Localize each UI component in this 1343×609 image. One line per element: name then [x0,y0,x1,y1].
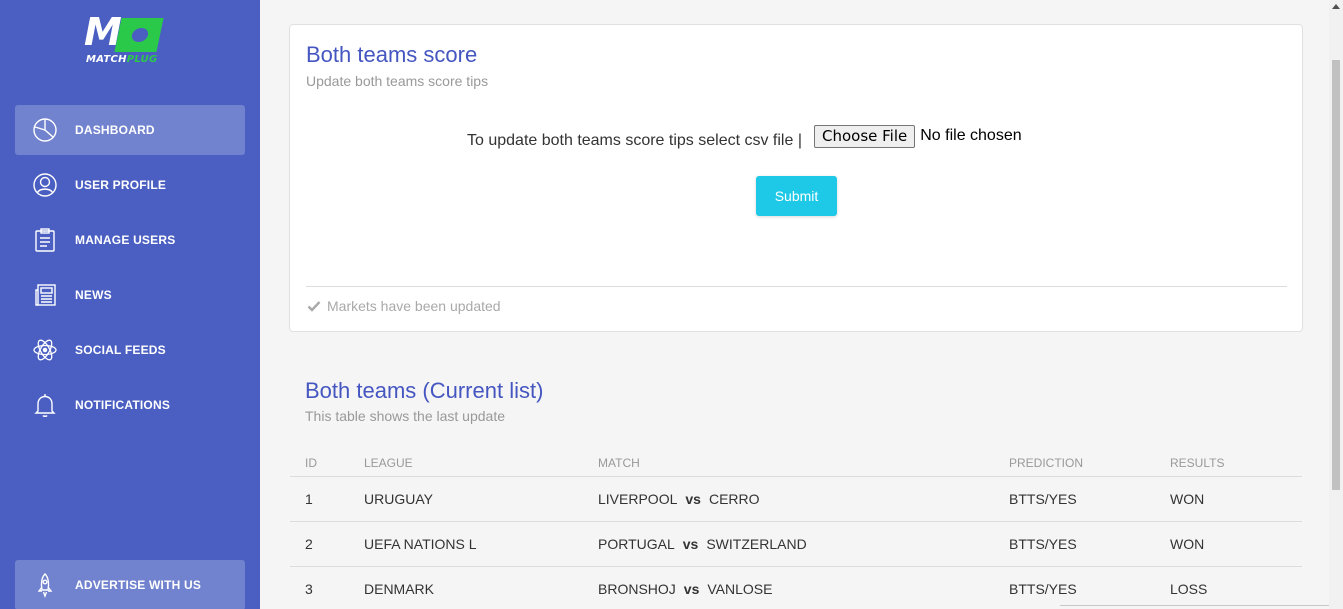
sidebar-item-user-profile[interactable]: USER PROFILE [15,160,245,210]
file-status: No file chosen [920,127,1022,144]
vs-label: vs [682,536,699,552]
sidebar-item-notifications[interactable]: NOTIFICATIONS [15,380,245,430]
card-footer: Markets have been updated [307,298,501,314]
logo-text-plug: PLUG [126,54,158,65]
tips-table: ID LEAGUE MATCH PREDICTION RESULTS 1 URU… [290,448,1302,609]
status-message: Markets have been updated [327,298,501,314]
cell-prediction: BTTS/YES [1009,536,1077,552]
list-subtitle: This table shows the last update [305,408,506,424]
cell-result: LOSS [1170,581,1208,597]
cell-result: WON [1170,491,1205,507]
cell-id: 2 [305,536,313,552]
away-team: VANLOSE [707,581,773,597]
sidebar-item-label: ADVERTISE WITH US [75,578,202,592]
cell-id: 1 [305,491,313,507]
rocket-icon [15,571,75,599]
home-team: BRONSHOJ [598,581,676,597]
column-header-id: ID [305,456,317,470]
divider [306,286,1287,287]
sidebar-item-label: NOTIFICATIONS [75,398,171,412]
cell-result: WON [1170,536,1205,552]
vs-label: vs [683,581,700,597]
sidebar-item-manage-users[interactable]: MANAGE USERS [15,215,245,265]
sidebar: M MATCHPLUG DASHBOARD USER PROFILE MANAG… [0,0,260,609]
user-icon [15,171,75,199]
upload-label: To update both teams score tips select c… [467,132,802,149]
list-title: Both teams (Current list) [305,378,544,403]
table-row: 2 UEFA NATIONS L PORTUGAL vs SWITZERLAND B… [290,522,1302,567]
cell-prediction: BTTS/YES [1009,491,1077,507]
choose-file-button[interactable]: Choose File [813,124,916,148]
atom-icon [15,336,75,364]
sidebar-item-news[interactable]: NEWS [15,270,245,320]
page-title: Both teams score [306,42,478,67]
cell-id: 3 [305,581,313,597]
bell-icon [15,391,75,419]
sidebar-item-social-feeds[interactable]: SOCIAL FEEDS [15,325,245,375]
away-team: SWITZERLAND [706,536,807,552]
cell-match: LIVERPOOL vs CERRO [598,491,760,507]
home-team: PORTUGAL [598,536,675,552]
sidebar-item-label: NEWS [75,288,112,302]
table-row: 3 DENMARK BRONSHOJ vs VANLOSE BTTS/YES LOS… [290,567,1302,609]
cell-match: PORTUGAL vs SWITZERLAND [598,536,807,552]
cell-league: DENMARK [364,581,435,597]
newspaper-icon [15,281,75,309]
page-subtitle: Update both teams score tips [306,73,489,89]
table-header: ID LEAGUE MATCH PREDICTION RESULTS [290,448,1302,477]
column-header-league: LEAGUE [364,456,413,470]
sidebar-item-label: SOCIAL FEEDS [75,343,166,357]
column-header-prediction: PREDICTION [1009,456,1084,470]
sidebar-item-label: DASHBOARD [75,123,155,137]
upload-row: To update both teams score tips select c… [467,122,1022,150]
submit-button[interactable]: Submit [756,176,837,216]
sidebar-item-dashboard[interactable]: DASHBOARD [15,105,245,155]
clipboard-icon [15,226,75,254]
vs-label: vs [685,491,701,507]
upload-card: Both teams score Update both teams score… [289,24,1303,332]
cell-league: UEFA NATIONS L [364,536,477,552]
column-header-results: RESULTS [1170,456,1225,470]
matchplug-logo[interactable]: M MATCHPLUG [84,12,178,70]
table-row: 1 URUGUAY LIVERPOOL vs CERRO BTTS/YES WON [290,477,1302,522]
cell-prediction: BTTS/YES [1009,581,1077,597]
scrollbar-thumb[interactable] [1332,60,1340,490]
check-icon [307,301,321,312]
bottom-edge [1060,605,1329,609]
pie-chart-icon [15,116,75,144]
logo-mark: M [84,12,178,52]
sidebar-item-label: MANAGE USERS [75,233,176,247]
cell-league: URUGUAY [364,491,433,507]
sidebar-item-advertise[interactable]: ADVERTISE WITH US [15,560,245,609]
column-header-match: MATCH [598,456,640,470]
vertical-scrollbar[interactable] [1329,0,1343,609]
scroll-up-arrow-icon[interactable] [1332,4,1340,9]
logo-text-match: MATCH [86,54,127,65]
logo-text: MATCHPLUG [84,54,178,65]
sidebar-item-label: USER PROFILE [75,178,167,192]
home-team: LIVERPOOL [598,491,678,507]
cell-match: BRONSHOJ vs VANLOSE [598,581,772,597]
plug-icon [114,18,164,52]
away-team: CERRO [708,491,760,507]
